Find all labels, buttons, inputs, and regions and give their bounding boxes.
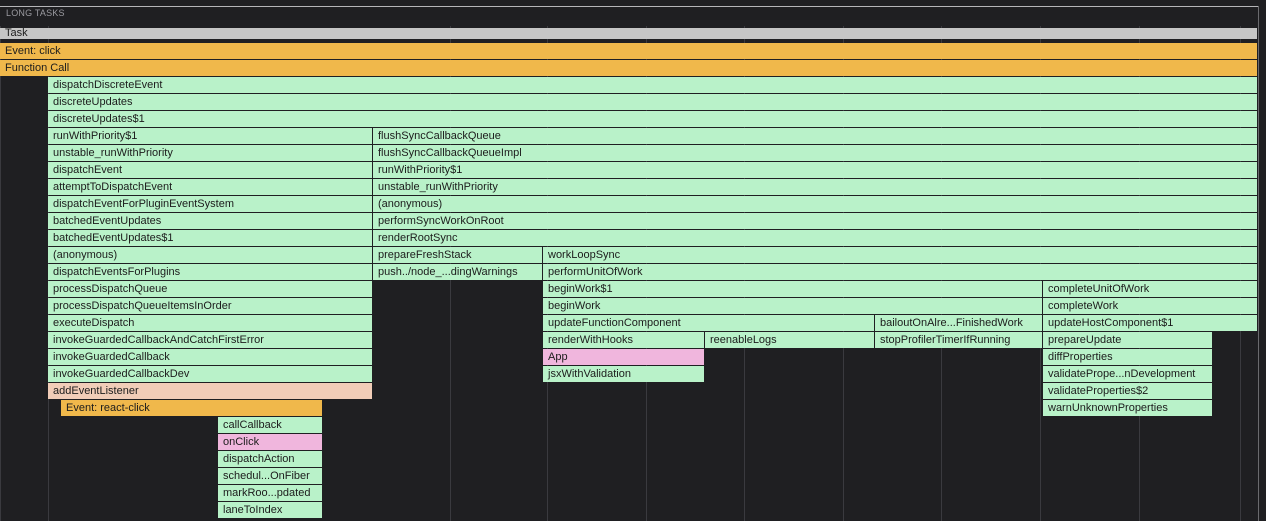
top-border: [0, 6, 1258, 7]
flame-frame[interactable]: onClick: [218, 434, 323, 450]
flame-frame[interactable]: invokeGuardedCallbackDev: [48, 366, 373, 382]
flame-frame[interactable]: processDispatchQueue: [48, 281, 373, 297]
flame-frame[interactable]: batchedEventUpdates$1: [48, 230, 373, 246]
flame-frame[interactable]: Event: react-click: [61, 400, 323, 416]
flame-frame[interactable]: schedul...OnFiber: [218, 468, 323, 484]
flame-frame[interactable]: warnUnknownProperties: [1043, 400, 1213, 416]
flame-frame[interactable]: diffProperties: [1043, 349, 1213, 365]
flame-frame[interactable]: laneToIndex: [218, 502, 323, 518]
flame-frame[interactable]: dispatchEvent: [48, 162, 373, 178]
flame-frame[interactable]: flushSyncCallbackQueue: [373, 128, 1258, 144]
flame-frame[interactable]: bailoutOnAlre...FinishedWork: [875, 315, 1043, 331]
flame-frame[interactable]: invokeGuardedCallbackAndCatchFirstError: [48, 332, 373, 348]
flame-frame[interactable]: reenableLogs: [705, 332, 875, 348]
flame-frame[interactable]: runWithPriority$1: [373, 162, 1258, 178]
flame-frame[interactable]: markRoo...pdated: [218, 485, 323, 501]
flame-frame[interactable]: workLoopSync: [543, 247, 1258, 263]
flame-frame[interactable]: performUnitOfWork: [543, 264, 1258, 280]
flame-frame[interactable]: runWithPriority$1: [48, 128, 373, 144]
flame-frame[interactable]: invokeGuardedCallback: [48, 349, 373, 365]
section-header-long-tasks: LONG TASKS: [6, 8, 65, 18]
flame-frame[interactable]: validateProperties$2: [1043, 383, 1213, 399]
flame-frame[interactable]: push../node_...dingWarnings: [373, 264, 543, 280]
flame-frame[interactable]: discreteUpdates: [48, 94, 1258, 110]
flame-frame[interactable]: (anonymous): [373, 196, 1258, 212]
flame-frame[interactable]: dispatchAction: [218, 451, 323, 467]
flame-frame[interactable]: updateFunctionComponent: [543, 315, 875, 331]
flame-frame[interactable]: performSyncWorkOnRoot: [373, 213, 1258, 229]
flame-frame[interactable]: Task: [0, 28, 1258, 39]
flame-frame[interactable]: dispatchEventForPluginEventSystem: [48, 196, 373, 212]
gridline: [0, 26, 1, 521]
flame-frame[interactable]: stopProfilerTimerIfRunning: [875, 332, 1043, 348]
flame-chart[interactable]: LONG TASKS Task Event: click Function Call…: [0, 0, 1266, 521]
flame-frame[interactable]: prepareUpdate: [1043, 332, 1213, 348]
flame-frame[interactable]: callCallback: [218, 417, 323, 433]
flame-frame[interactable]: App: [543, 349, 705, 365]
flame-frame[interactable]: dispatchEventsForPlugins: [48, 264, 373, 280]
flame-frame[interactable]: unstable_runWithPriority: [48, 145, 373, 161]
flame-frame[interactable]: flushSyncCallbackQueueImpl: [373, 145, 1258, 161]
flame-frame[interactable]: attemptToDispatchEvent: [48, 179, 373, 195]
flame-frame[interactable]: (anonymous): [48, 247, 373, 263]
flame-frame[interactable]: completeUnitOfWork: [1043, 281, 1258, 297]
flame-frame[interactable]: beginWork: [543, 298, 1043, 314]
right-border: [1258, 6, 1259, 521]
flame-frame[interactable]: completeWork: [1043, 298, 1258, 314]
flame-frame[interactable]: beginWork$1: [543, 281, 1043, 297]
flame-frame[interactable]: Function Call: [0, 60, 1258, 76]
flame-frame[interactable]: renderRootSync: [373, 230, 1258, 246]
flame-frame[interactable]: updateHostComponent$1: [1043, 315, 1258, 331]
flame-frame[interactable]: dispatchDiscreteEvent: [48, 77, 1258, 93]
flame-frame[interactable]: executeDispatch: [48, 315, 373, 331]
flame-frame[interactable]: jsxWithValidation: [543, 366, 705, 382]
flame-frame[interactable]: prepareFreshStack: [373, 247, 543, 263]
flame-frame[interactable]: validatePrope...nDevelopment: [1043, 366, 1213, 382]
flame-frame[interactable]: unstable_runWithPriority: [373, 179, 1258, 195]
flame-frame[interactable]: batchedEventUpdates: [48, 213, 373, 229]
flame-frame[interactable]: Event: click: [0, 43, 1258, 59]
flame-frame[interactable]: renderWithHooks: [543, 332, 705, 348]
flame-frame[interactable]: processDispatchQueueItemsInOrder: [48, 298, 373, 314]
flame-frame[interactable]: addEventListener: [48, 383, 373, 399]
flame-frame[interactable]: discreteUpdates$1: [48, 111, 1258, 127]
